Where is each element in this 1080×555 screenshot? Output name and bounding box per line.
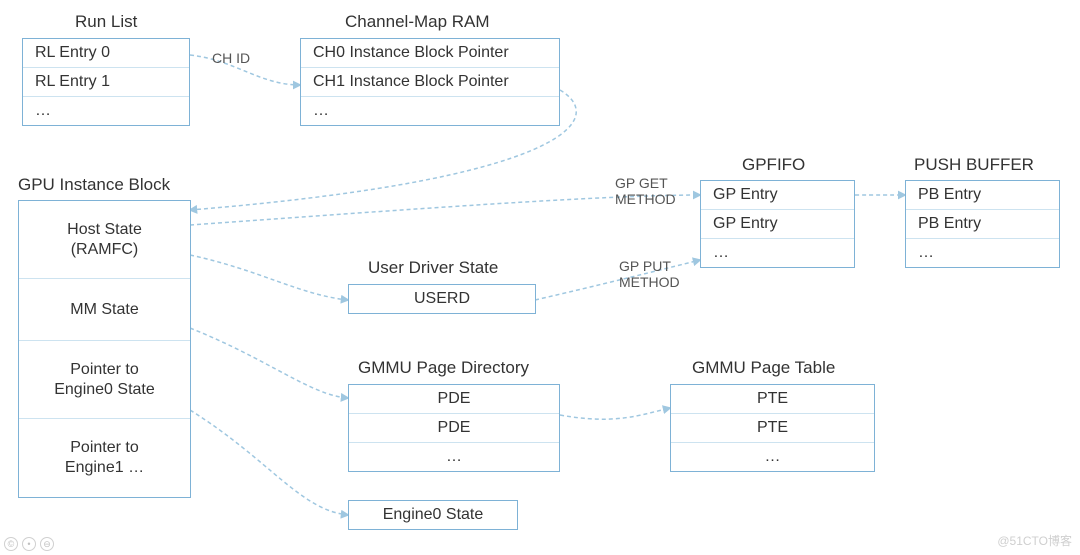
- gpfifo-table: GP Entry GP Entry …: [700, 180, 855, 268]
- user-driver-table: USERD: [348, 284, 536, 314]
- edge-label-gpget: GP GETMETHOD: [615, 175, 676, 207]
- table-row: PTE: [671, 385, 874, 414]
- marker-icon: •: [22, 537, 36, 551]
- table-row: …: [701, 239, 854, 267]
- table-row: PDE: [349, 385, 559, 414]
- edge-label-chid: CH ID: [212, 50, 250, 66]
- user-driver-title: User Driver State: [368, 258, 498, 278]
- run-list-title: Run List: [75, 12, 137, 32]
- footer-icons: © • ⊖: [4, 537, 54, 551]
- run-list-table: RL Entry 0 RL Entry 1 …: [22, 38, 190, 126]
- push-buffer-table: PB Entry PB Entry …: [905, 180, 1060, 268]
- page-table-table: PTE PTE …: [670, 384, 875, 472]
- table-row: Pointer toEngine0 State: [19, 341, 190, 419]
- table-row: PB Entry: [906, 181, 1059, 210]
- table-row: CH0 Instance Block Pointer: [301, 39, 559, 68]
- page-dir-table: PDE PDE …: [348, 384, 560, 472]
- instance-block-table: Host State(RAMFC) MM State Pointer toEng…: [18, 200, 191, 498]
- gpfifo-title: GPFIFO: [742, 155, 805, 175]
- push-buffer-title: PUSH BUFFER: [914, 155, 1034, 175]
- table-row: …: [301, 97, 559, 125]
- table-row: Pointer toEngine1 …: [19, 419, 190, 497]
- table-row: GP Entry: [701, 181, 854, 210]
- table-row: MM State: [19, 279, 190, 341]
- table-row: PDE: [349, 414, 559, 443]
- edge-label-gpput: GP PUTMETHOD: [619, 258, 680, 290]
- page-dir-title: GMMU Page Directory: [358, 358, 529, 378]
- table-row: PTE: [671, 414, 874, 443]
- table-row: …: [906, 239, 1059, 267]
- page-table-title: GMMU Page Table: [692, 358, 835, 378]
- engine-state-table: Engine0 State: [348, 500, 518, 530]
- marker-icon: ©: [4, 537, 18, 551]
- table-row: GP Entry: [701, 210, 854, 239]
- table-row: Host State(RAMFC): [19, 201, 190, 279]
- table-row: CH1 Instance Block Pointer: [301, 68, 559, 97]
- table-row: Engine0 State: [349, 501, 517, 529]
- table-row: …: [349, 443, 559, 471]
- marker-icon: ⊖: [40, 537, 54, 551]
- table-row: …: [671, 443, 874, 471]
- table-row: RL Entry 0: [23, 39, 189, 68]
- watermark: @51CTO博客: [997, 532, 1072, 549]
- instance-block-title: GPU Instance Block: [18, 175, 170, 195]
- table-row: USERD: [349, 285, 535, 313]
- table-row: PB Entry: [906, 210, 1059, 239]
- channel-map-table: CH0 Instance Block Pointer CH1 Instance …: [300, 38, 560, 126]
- channel-map-title: Channel-Map RAM: [345, 12, 490, 32]
- table-row: RL Entry 1: [23, 68, 189, 97]
- table-row: …: [23, 97, 189, 125]
